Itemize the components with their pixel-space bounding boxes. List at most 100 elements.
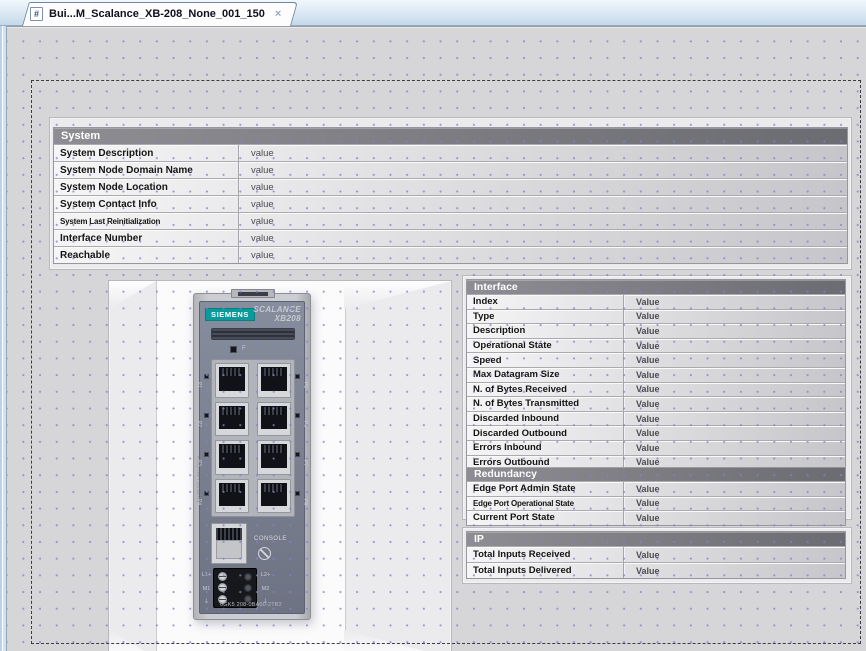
table-row: Discarded InboundValue <box>467 411 845 426</box>
port-led <box>295 491 300 496</box>
vent-slot <box>211 328 295 340</box>
device-image-panel[interactable]: TO PERF LAN ONLY SIEMENS SCALANCE XB208 … <box>108 280 452 651</box>
port-label: P5 <box>302 382 308 388</box>
list-item: L2+ <box>260 569 271 583</box>
table-row: IndexValue <box>467 294 845 309</box>
console-port <box>211 523 247 564</box>
row-label: System Contact Info <box>54 199 238 210</box>
row-label: Operational State <box>467 340 623 351</box>
system-table-header: System <box>54 128 847 144</box>
row-label: Edge Port Operational State <box>467 499 623 508</box>
row-value: Value <box>623 511 845 525</box>
row-label: Discarded Outbound <box>467 428 623 439</box>
row-label: Current Port State <box>467 512 623 523</box>
rj45-port <box>257 479 291 514</box>
system-table-body: System DescriptionvalueSystem Node Domai… <box>54 144 847 263</box>
fault-led-label: F <box>242 346 246 352</box>
table-row: Interface Numbervalue <box>54 229 847 246</box>
row-value: value <box>238 162 847 178</box>
table-row: System Node Domain Namevalue <box>54 161 847 178</box>
port-label: P4 <box>196 499 202 505</box>
table-row: Current Port StateValue <box>467 510 845 525</box>
scalance-switch-image[interactable]: TO PERF LAN ONLY SIEMENS SCALANCE XB208 … <box>193 293 311 620</box>
port-led <box>295 374 300 379</box>
interface-group-panel[interactable]: Interface IndexValueTypeValueDescription… <box>462 275 852 520</box>
table-row: N. of Bytes TransmittedValue <box>467 396 845 411</box>
row-label: Total Inputs Received <box>467 549 623 560</box>
table-row: System Node Locationvalue <box>54 178 847 195</box>
tab-bar: # Bui...M_Scalance_XB-208_None_001_150 × <box>0 0 866 26</box>
system-group-panel[interactable]: System System DescriptionvalueSystem Nod… <box>49 117 852 270</box>
table-row: Max Datagram SizeValue <box>467 367 845 382</box>
tab-scalance-faceplate[interactable]: # Bui...M_Scalance_XB-208_None_001_150 × <box>22 2 291 26</box>
rj45-port-grid <box>211 359 295 517</box>
redundancy-table[interactable]: Redundancy Edge Port Admin StateValueEdg… <box>466 467 846 526</box>
editor-canvas[interactable]: System System DescriptionvalueSystem Nod… <box>7 26 866 651</box>
ip-table-header: IP <box>467 532 845 546</box>
terminal-screw <box>218 583 227 592</box>
row-label: Type <box>467 311 623 322</box>
port-led <box>295 413 300 418</box>
row-value: Value <box>623 310 845 324</box>
rj45-port <box>257 440 291 475</box>
port-led <box>204 413 209 418</box>
table-row: System Contact Infovalue <box>54 195 847 212</box>
row-label: Interface Number <box>54 233 238 244</box>
row-value: Value <box>623 397 845 411</box>
device-model-label: SCALANCE XB208 <box>253 305 301 323</box>
console-label: CONSOLE <box>254 536 287 542</box>
backdrop-shadow-bottom-right <box>344 630 451 651</box>
din-rail-clip <box>231 289 275 298</box>
tab-close-icon[interactable]: × <box>271 8 281 20</box>
row-value: Value <box>623 412 845 426</box>
rj45-port <box>257 363 291 398</box>
row-label: Discarded Inbound <box>467 413 623 424</box>
row-value: Value <box>623 497 845 511</box>
ip-group-panel[interactable]: IP Total Inputs ReceivedValueTotal Input… <box>462 527 852 584</box>
row-label: System Last Reinitialization <box>54 217 238 226</box>
port-label: P8 <box>302 499 308 505</box>
window-left-frame <box>0 26 7 651</box>
port-label: P7 <box>302 460 308 466</box>
row-label: System Node Location <box>54 182 238 193</box>
row-label: Description <box>467 325 623 336</box>
table-row: Total Inputs DeliveredValue <box>467 562 845 578</box>
device-part-number: 6GK5 208-0BA00-2TB2 <box>200 602 302 608</box>
row-label: Max Datagram Size <box>467 369 623 380</box>
ip-table[interactable]: IP Total Inputs ReceivedValueTotal Input… <box>466 531 846 579</box>
table-row: Operational StateValue <box>467 338 845 353</box>
backdrop-shadow-top-right <box>344 281 451 309</box>
table-row: System Last Reinitializationvalue <box>54 212 847 229</box>
interface-table-body: IndexValueTypeValueDescriptionValueOpera… <box>467 294 845 469</box>
port-led <box>204 374 209 379</box>
row-value: value <box>238 230 847 246</box>
system-table[interactable]: System System DescriptionvalueSystem Nod… <box>53 127 848 264</box>
prohibition-icon <box>258 547 271 560</box>
fault-led <box>230 346 237 353</box>
row-value: Value <box>623 368 845 382</box>
row-label: Index <box>467 296 623 307</box>
backdrop-shadow-bottom-left <box>109 630 156 651</box>
table-row: Reachablevalue <box>54 246 847 263</box>
terminal-screw <box>244 573 252 581</box>
interface-table[interactable]: Interface IndexValueTypeValueDescription… <box>466 279 846 470</box>
port-label: P1 <box>196 382 202 388</box>
row-value: Value <box>623 383 845 397</box>
table-row: TypeValue <box>467 309 845 324</box>
list-item: M1 <box>201 583 212 597</box>
port-label: P2 <box>196 421 202 427</box>
row-label: Total Inputs Delivered <box>467 565 623 576</box>
device-front-panel: SIEMENS SCALANCE XB208 F <box>199 301 305 614</box>
port-led <box>295 452 300 457</box>
row-value: Value <box>623 339 845 353</box>
row-label: Errors Inbound <box>467 442 623 453</box>
row-label: System Node Domain Name <box>54 165 238 176</box>
redundancy-table-body: Edge Port Admin StateValueEdge Port Oper… <box>467 481 845 525</box>
row-value: Value <box>623 353 845 367</box>
row-label: Edge Port Admin State <box>467 483 623 494</box>
rj45-port <box>257 402 291 437</box>
row-value: value <box>238 247 847 263</box>
table-row: DescriptionValue <box>467 323 845 338</box>
interface-table-header: Interface <box>467 280 845 294</box>
row-value: Value <box>623 563 845 578</box>
